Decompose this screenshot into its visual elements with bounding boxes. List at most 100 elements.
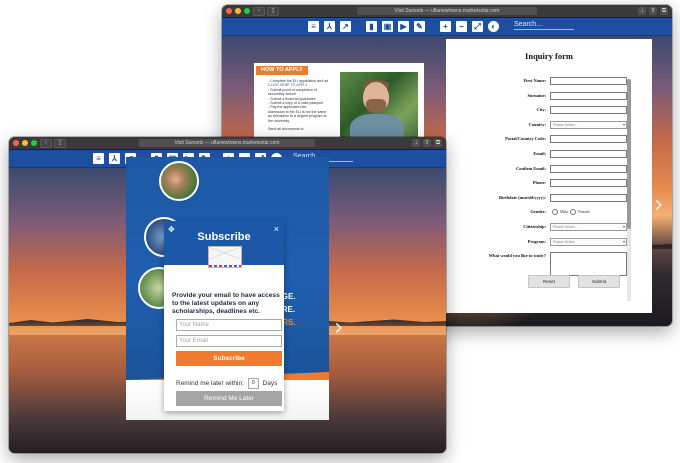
fullscreen-icon[interactable]: ◐ [488, 21, 499, 32]
chevron-down-icon: ▾ [622, 238, 625, 244]
form-row: Country: Please Select... ▾ [446, 120, 652, 130]
select-value: Please Select... [553, 239, 578, 244]
email-input[interactable]: Your Email [176, 335, 282, 347]
video-icon[interactable]: ▶ [398, 21, 409, 32]
chevron-down-icon: ▾ [622, 224, 625, 229]
radio-button[interactable] [552, 209, 558, 216]
next-page-icon[interactable]: › [334, 313, 344, 341]
download-icon[interactable]: ↓ [412, 139, 420, 147]
advisor-photo [340, 72, 418, 145]
image-icon[interactable]: ▣ [382, 21, 393, 32]
remind-label: Remind me later within: [176, 380, 244, 388]
remind-later-button[interactable]: Remind Me Later [176, 391, 282, 406]
front-browser-window: ‹ ▯ Visit Sunsets — uflanewtowns.markets… [9, 137, 446, 453]
share-icon[interactable]: ⇧ [423, 139, 431, 147]
scroll-thumb[interactable] [627, 79, 631, 229]
text-field[interactable] [550, 77, 627, 85]
edit-icon[interactable]: ✎ [414, 21, 425, 32]
form-row: Postal/Country Code: [446, 135, 652, 144]
text-field[interactable] [550, 106, 627, 115]
field-label: Citizenship: [523, 224, 546, 229]
share-icon[interactable]: ⇧ [649, 7, 657, 15]
maximize-window-icon[interactable] [244, 8, 250, 14]
sidebar-icon[interactable]: ▯ [267, 7, 279, 16]
field-label: Birthdate (mm/dd/yyyy): [499, 194, 546, 200]
study-textarea[interactable] [550, 252, 627, 277]
field-label: Program: [527, 238, 546, 244]
field-label: Gender: [530, 209, 546, 215]
flipbook-toolbar: ≡ ⅄ ↗ ▮ ▣ ▶ ✎ + − ⤢ ◐ Search... [222, 18, 672, 36]
envelope-icon [208, 246, 242, 268]
address-bar[interactable]: Visit Sunsets — uflanewtowns.marketsolar… [139, 139, 315, 147]
form-row: Confirm Email: [446, 164, 652, 174]
text-field[interactable] [550, 193, 627, 202]
subscribe-button[interactable]: Subscribe [176, 351, 282, 366]
text-field[interactable] [550, 150, 627, 158]
next-page-icon[interactable]: › [654, 190, 664, 218]
form-row: First Name: [446, 77, 652, 86]
minimize-window-icon[interactable] [235, 8, 241, 14]
browser-actions: ↓ ⇧ ⧉ [412, 139, 442, 147]
maximize-window-icon[interactable] [31, 140, 37, 146]
field-label: Country: [528, 121, 546, 127]
back-titlebar: ‹ ▯ Visit Sunsets — uflanewtowns.markets… [222, 5, 672, 18]
zoom-in-icon[interactable]: + [440, 21, 451, 32]
how-to-apply-tag: HOW TO APPLY [256, 66, 308, 75]
student-photo-circle [159, 161, 199, 201]
subscribe-modal: ✥ Subscribe × Provide your email to have… [164, 221, 284, 411]
back-nav-icon[interactable]: ‹ [40, 139, 52, 148]
form-row: Citizenship: Please Select... ▾ [446, 223, 652, 232]
select-field[interactable]: Please Select... ▾ [550, 223, 627, 231]
toc-icon[interactable]: ≡ [93, 153, 104, 164]
pdf-icon[interactable]: ⅄ [109, 153, 120, 164]
text-field[interactable] [550, 164, 627, 173]
days-stepper[interactable]: 0 [247, 378, 259, 389]
tabs-icon[interactable]: ⧉ [434, 139, 442, 147]
toolbar-search[interactable]: Search... [514, 21, 574, 30]
select-field[interactable]: Please Select... ▾ [550, 120, 627, 129]
text-field[interactable] [550, 135, 627, 144]
form-row: Phone: [446, 179, 652, 188]
address-bar[interactable]: Visit Sunsets — uflanewtowns.marketsolar… [357, 7, 537, 15]
sidebar-icon[interactable]: ▯ [54, 139, 66, 148]
tabs-icon[interactable]: ⧉ [660, 7, 668, 15]
text-field[interactable] [550, 91, 627, 100]
pdf-icon[interactable]: ⅄ [324, 21, 335, 32]
toc-icon[interactable]: ≡ [308, 21, 319, 32]
reset-button[interactable]: Reset [528, 275, 570, 288]
modal-title: Subscribe [197, 231, 251, 243]
back-nav-icon[interactable]: ‹ [253, 7, 265, 16]
apply-line: Send all documents to [268, 127, 304, 132]
gender-radio-group: Male Female [550, 209, 590, 216]
apply-instructions: - Complete the ELI application and ad CL… [268, 79, 338, 132]
select-field[interactable]: Please Select... ▾ [550, 237, 627, 246]
download-icon[interactable]: ↓ [638, 7, 646, 15]
radio-label: Female [578, 209, 590, 215]
form-row: Program: Please Select... ▾ [446, 237, 652, 247]
name-input[interactable]: Your Name [176, 319, 282, 331]
form-title: Inquiry form [525, 51, 573, 61]
field-label: City: [536, 107, 546, 113]
chevron-down-icon: ▾ [622, 121, 625, 127]
close-icon[interactable]: × [274, 224, 279, 234]
close-window-icon[interactable] [226, 8, 232, 14]
form-row: What would you like to study? [446, 252, 652, 277]
close-window-icon[interactable] [13, 140, 19, 146]
remind-row: Remind me later within: 0 Days [176, 378, 277, 389]
zoom-out-icon[interactable]: − [456, 21, 467, 32]
bookmark-icon[interactable]: ▮ [366, 21, 377, 32]
radio-button[interactable] [570, 209, 577, 216]
text-field[interactable] [550, 179, 627, 188]
fit-icon[interactable]: ⤢ [472, 21, 483, 32]
form-row: Surname: [446, 91, 652, 101]
field-label: First Name: [523, 78, 546, 83]
form-scrollbar[interactable] [627, 79, 631, 301]
form-row: Email: [446, 150, 652, 159]
nav-buttons: ‹ ▯ [40, 139, 66, 148]
minimize-window-icon[interactable] [22, 140, 28, 146]
share-icon[interactable]: ↗ [340, 21, 351, 32]
form-row: Birthdate (mm/dd/yyyy): [446, 193, 652, 203]
how-to-apply-page: HOW TO APPLY - Complete the ELI applicat… [254, 63, 424, 145]
submit-button[interactable]: Submit [578, 275, 620, 288]
nav-buttons: ‹ ▯ [253, 7, 279, 16]
